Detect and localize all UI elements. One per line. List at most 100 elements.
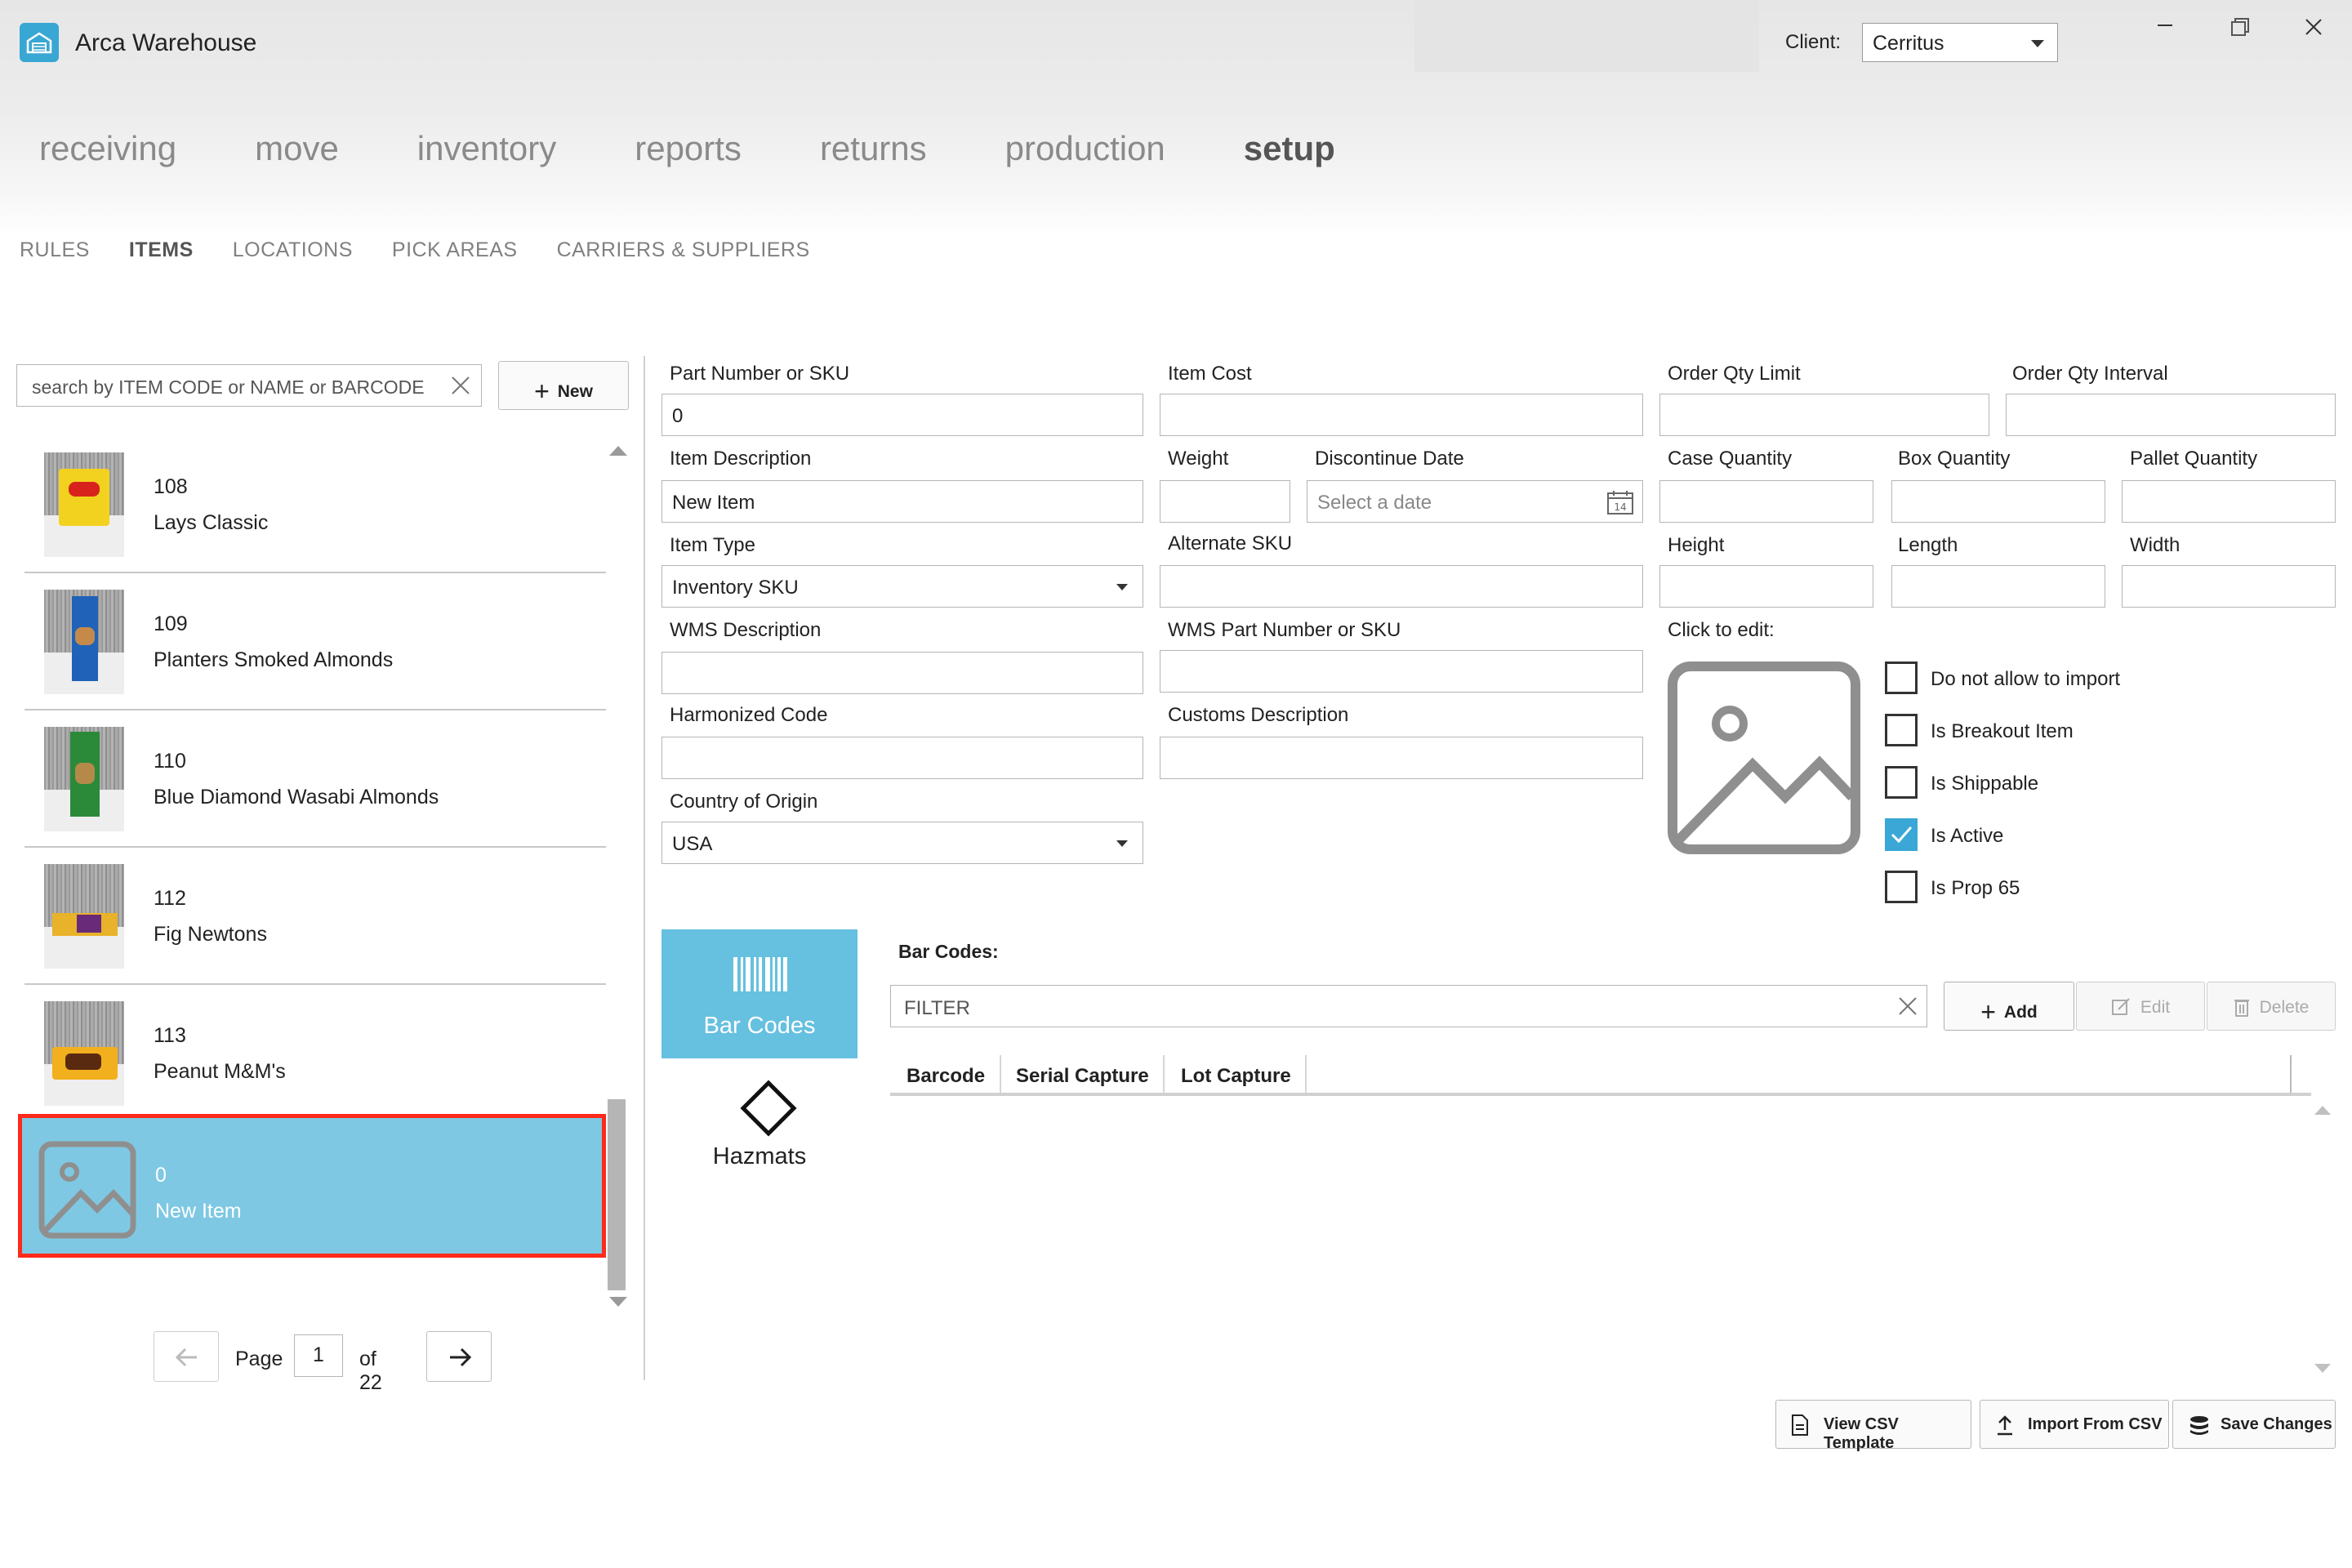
list-scrollbar-thumb[interactable] (608, 1099, 626, 1290)
clear-filter-icon[interactable] (1897, 996, 1918, 1017)
barcode-icon (733, 957, 787, 991)
nav-production[interactable]: production (1005, 129, 1165, 168)
delete-barcode-button[interactable]: Delete (2207, 982, 2336, 1031)
date-placeholder: Select a date (1317, 492, 1432, 514)
alternate-sku-input[interactable] (1160, 565, 1643, 608)
barcode-filter-input[interactable]: FILTER (890, 985, 1927, 1027)
new-button-label: New (557, 382, 593, 401)
country-of-origin-label: Country of Origin (670, 791, 818, 813)
pallet-quantity-input[interactable] (2122, 480, 2336, 523)
tab-locations[interactable]: LOCATIONS (233, 238, 353, 262)
view-csv-template-button[interactable]: View CSV Template (1775, 1400, 1971, 1452)
item-name: Blue Diamond Wasabi Almonds (154, 786, 439, 808)
height-input[interactable] (1659, 565, 1873, 608)
prop65-checkbox[interactable] (1885, 871, 1918, 903)
tab-items[interactable]: ITEMS (129, 238, 194, 262)
tab-bar-codes[interactable]: Bar Codes (662, 929, 858, 1058)
list-item[interactable]: 113 Peanut M&M's (24, 985, 606, 1122)
new-item-button[interactable]: + New (498, 361, 629, 410)
column-barcode[interactable]: Barcode (906, 1065, 985, 1088)
box-quantity-input[interactable] (1891, 480, 2105, 523)
chevron-down-icon (1116, 584, 1128, 590)
warehouse-logo-icon (20, 23, 59, 62)
nav-reports[interactable]: reports (635, 129, 742, 168)
edit-barcode-button[interactable]: Edit (2076, 982, 2205, 1031)
width-input[interactable] (2122, 565, 2336, 608)
barcode-grid-header: Barcode Serial Capture Lot Capture (890, 1055, 2311, 1096)
chevron-down-icon (2031, 40, 2044, 47)
nav-move[interactable]: move (255, 129, 339, 168)
list-item[interactable]: 108 Lays Classic (24, 436, 606, 573)
minimize-button[interactable] (2135, 8, 2192, 49)
wms-part-number-input[interactable] (1160, 650, 1643, 693)
nav-setup[interactable]: setup (1244, 129, 1335, 168)
item-code: 109 (154, 612, 188, 635)
scroll-up-arrow[interactable] (609, 446, 627, 456)
calendar-icon[interactable]: 14 (1606, 489, 1634, 515)
length-input[interactable] (1891, 565, 2105, 608)
scroll-down-arrow[interactable] (609, 1297, 627, 1307)
titlebar-blank-area (1414, 0, 1759, 72)
add-barcode-button[interactable]: + Add (1944, 982, 2074, 1031)
case-quantity-input[interactable] (1659, 480, 1873, 523)
case-quantity-label: Case Quantity (1668, 448, 1793, 470)
next-page-button[interactable] (426, 1331, 492, 1382)
breakout-item-checkbox[interactable] (1885, 714, 1918, 746)
column-separator (1305, 1055, 1307, 1093)
do-not-import-label: Do not allow to import (1931, 668, 2121, 690)
item-cost-input[interactable] (1160, 394, 1643, 436)
save-changes-button[interactable]: Save Changes (2172, 1400, 2336, 1449)
import-from-csv-button[interactable]: Import From CSV (1980, 1400, 2169, 1449)
item-search-input[interactable]: search by ITEM CODE or NAME or BARCODE (16, 364, 482, 407)
part-number-input[interactable]: 0 (662, 394, 1143, 436)
wms-description-input[interactable] (662, 652, 1143, 694)
close-window-button[interactable] (2285, 8, 2342, 49)
list-item[interactable]: 109 Planters Smoked Almonds (24, 573, 606, 710)
harmonized-code-label: Harmonized Code (670, 704, 828, 726)
item-description-input[interactable]: New Item (662, 480, 1143, 523)
item-name: Lays Classic (154, 511, 269, 534)
tab-pick-areas[interactable]: PICK AREAS (392, 238, 518, 262)
nav-inventory[interactable]: inventory (417, 129, 556, 168)
length-label: Length (1898, 534, 1958, 556)
page-number-input[interactable]: 1 (294, 1334, 343, 1377)
tab-rules[interactable]: RULES (20, 238, 90, 262)
nav-returns[interactable]: returns (820, 129, 927, 168)
main-nav: receiving move inventory reports returns… (39, 129, 1414, 168)
weight-input[interactable] (1160, 480, 1290, 523)
country-of-origin-select[interactable]: USA (662, 822, 1143, 864)
item-code: 108 (154, 475, 188, 498)
do-not-import-checkbox[interactable] (1885, 662, 1918, 694)
item-type-select[interactable]: Inventory SKU (662, 565, 1143, 608)
item-code: 112 (154, 887, 186, 910)
client-select[interactable]: Cerritus (1862, 23, 2058, 62)
discontinue-date-picker[interactable]: Select a date 14 (1307, 480, 1643, 523)
trash-icon (2234, 1000, 2249, 1017)
active-checkbox[interactable] (1885, 818, 1918, 851)
customs-description-label: Customs Description (1168, 704, 1349, 726)
list-item[interactable]: 112 Fig Newtons (24, 848, 606, 985)
weight-label: Weight (1168, 448, 1229, 470)
column-serial-capture[interactable]: Serial Capture (1016, 1065, 1149, 1088)
tab-carriers-suppliers[interactable]: CARRIERS & SUPPLIERS (557, 238, 810, 262)
order-qty-limit-input[interactable] (1659, 394, 1989, 436)
grid-scroll-up-arrow[interactable] (2314, 1106, 2331, 1115)
nav-receiving[interactable]: receiving (39, 129, 176, 168)
list-item[interactable]: 110 Blue Diamond Wasabi Almonds (24, 710, 606, 848)
selected-list-item[interactable]: 0 New Item (18, 1114, 606, 1258)
item-image-placeholder-icon[interactable] (1668, 662, 1860, 854)
shippable-checkbox[interactable] (1885, 766, 1918, 799)
grid-scroll-down-arrow[interactable] (2314, 1364, 2331, 1373)
clear-search-icon[interactable] (450, 375, 471, 396)
plus-icon: + (1980, 997, 1996, 1027)
customs-description-input[interactable] (1160, 737, 1643, 779)
order-qty-interval-label: Order Qty Interval (2012, 363, 2168, 385)
previous-page-button[interactable] (154, 1331, 219, 1382)
restore-button[interactable] (2210, 8, 2267, 49)
tab-hazmats[interactable]: Hazmats (662, 1075, 858, 1181)
hazmats-tab-label: Hazmats (712, 1143, 807, 1169)
item-name: New Item (155, 1200, 242, 1223)
column-lot-capture[interactable]: Lot Capture (1181, 1065, 1291, 1088)
order-qty-interval-input[interactable] (2006, 394, 2336, 436)
harmonized-code-input[interactable] (662, 737, 1143, 779)
